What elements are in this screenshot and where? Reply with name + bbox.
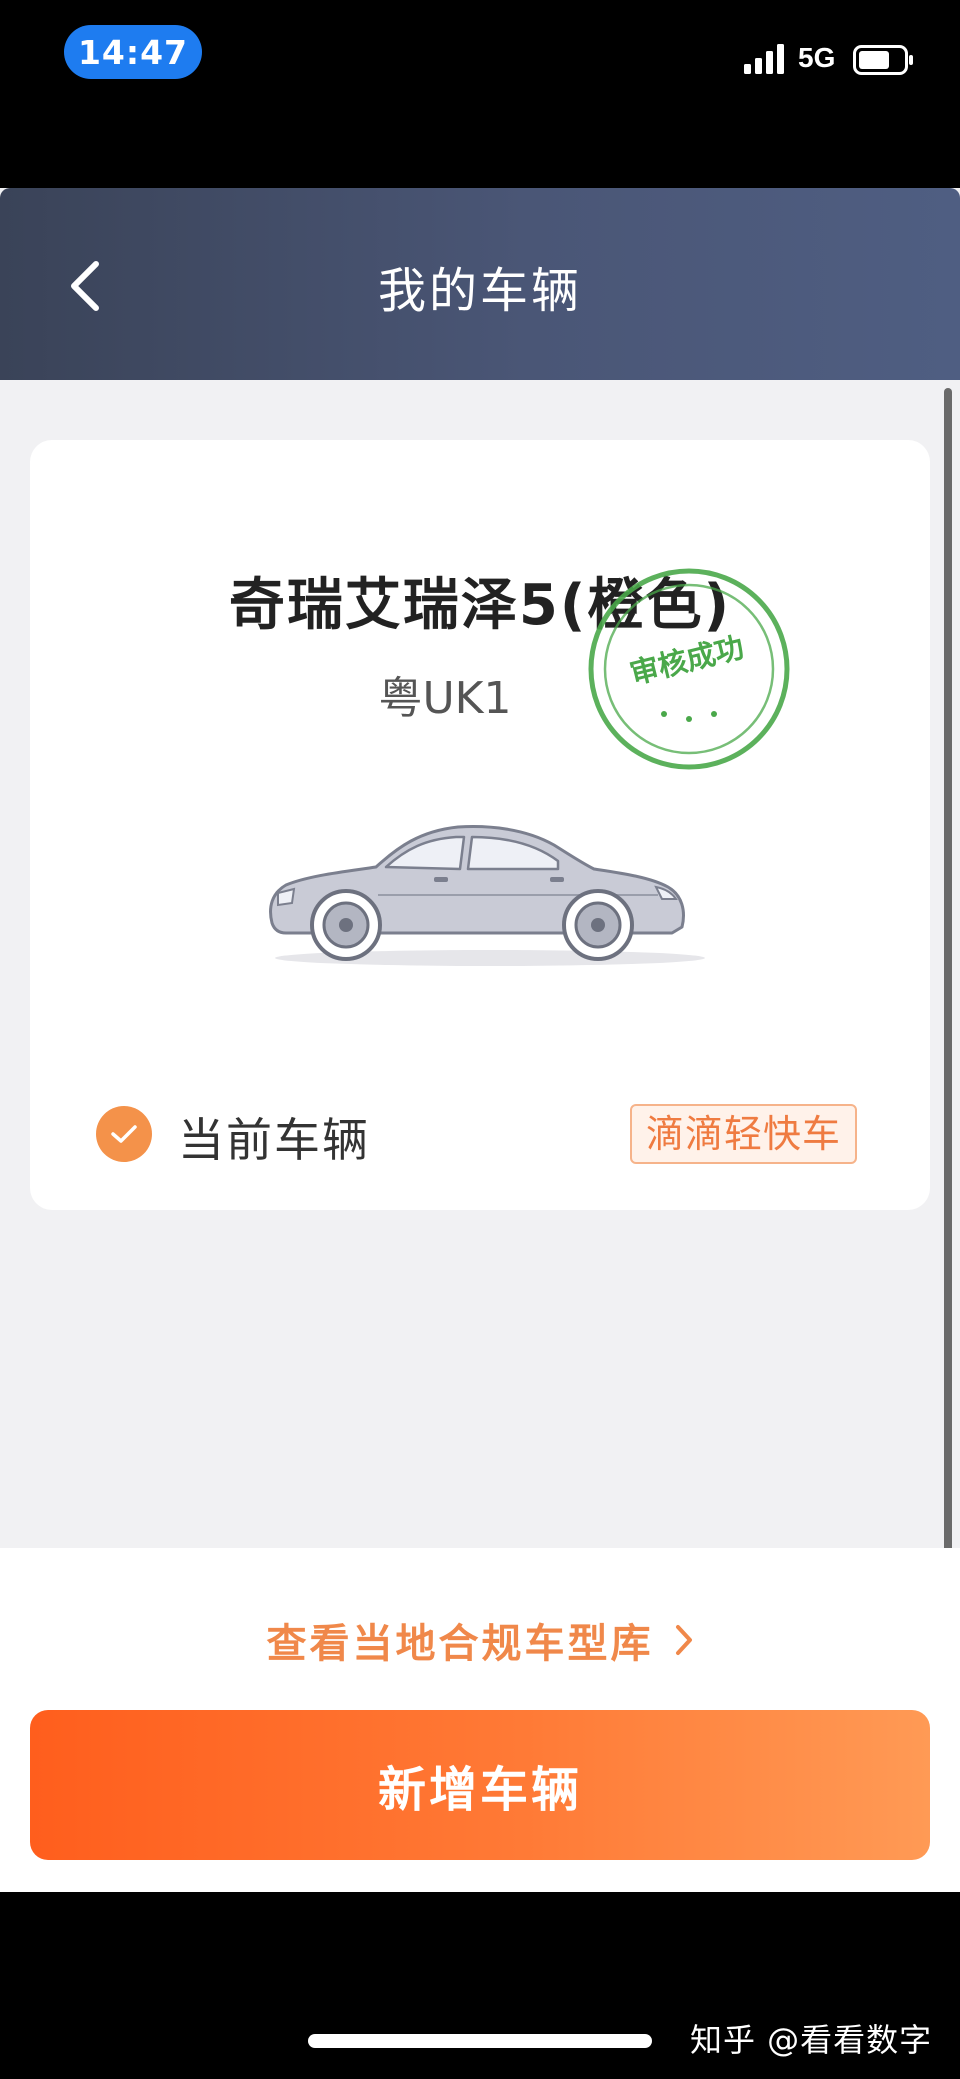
chevron-left-icon [71,261,99,311]
vehicle-card[interactable]: 奇瑞艾瑞泽5(橙色) 粤UK1 审核成功 当前车辆 滴滴轻快车 [30,440,930,1210]
watermark: 知乎 @看看数字 [690,2021,933,2059]
service-tag: 滴滴轻快车 [630,1104,858,1164]
add-vehicle-button[interactable]: 新增车辆 [30,1710,930,1860]
home-indicator[interactable] [308,2034,652,2048]
status-time: 14:47 [64,25,202,79]
car-illustration [269,825,705,966]
current-vehicle-check[interactable] [96,1106,152,1162]
page-title: 我的车辆 [377,263,582,319]
compliance-models-link[interactable]: 查看当地合规车型库 [0,1610,960,1670]
status-bar: 14:47 5G [0,0,960,188]
back-button[interactable] [50,246,120,326]
chevron-right-icon [674,1623,694,1657]
battery-icon [853,45,913,75]
signal-bars-icon [744,44,784,74]
current-vehicle-label: 当前车辆 [178,1113,370,1167]
bottom-panel: 查看当地合规车型库 新增车辆 [0,1548,960,1892]
my-vehicles-screen: 我的车辆 奇瑞艾瑞泽5(橙色) 粤UK1 审核成功 当前车辆 滴滴轻快车 查看当… [0,188,960,1892]
car-model: 奇瑞艾瑞泽5(橙色) [228,573,732,638]
nav-bar: 我的车辆 [0,188,960,380]
compliance-link-label: 查看当地合规车型库 [266,1621,654,1667]
approved-stamp: 审核成功 [584,564,794,774]
network-type: 5G [798,42,836,73]
checkmark-icon [111,1125,137,1143]
